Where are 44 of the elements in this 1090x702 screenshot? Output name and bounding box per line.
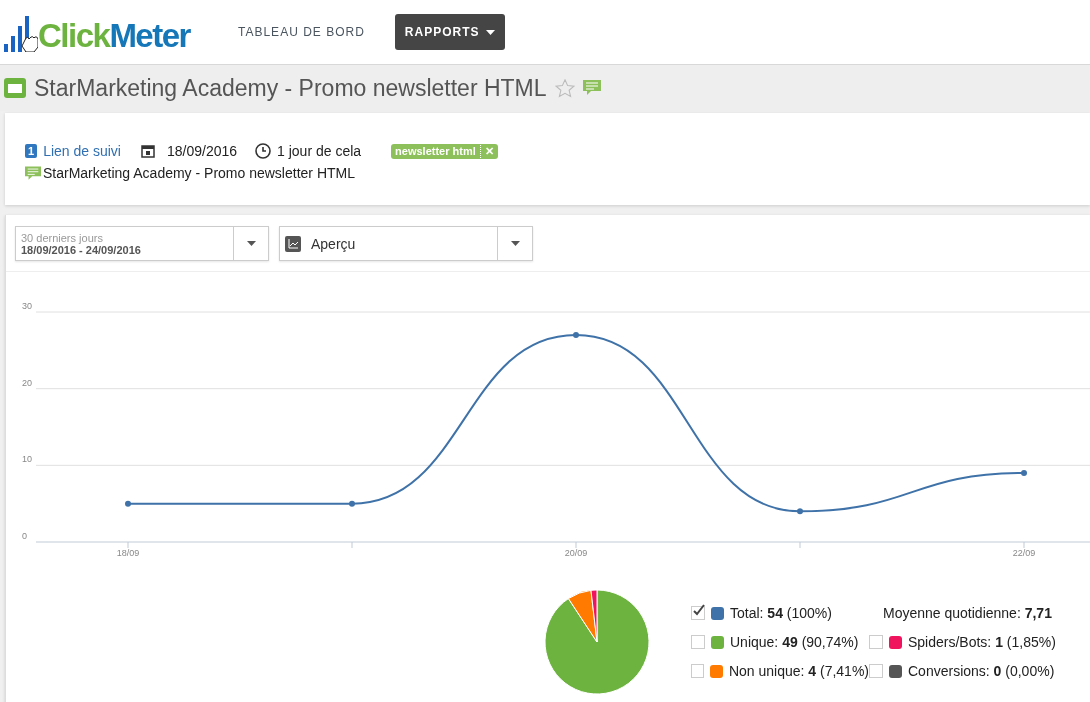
- date-range-select[interactable]: 30 derniers jours 18/09/2016 - 24/09/2016: [15, 226, 269, 261]
- nav-tab[interactable]: RAPPORTS: [394, 14, 505, 50]
- legend-label: Total: 54 (100%): [730, 605, 832, 621]
- series-checkbox[interactable]: [691, 635, 705, 649]
- legend-label: Conversions: 0 (0,00%): [908, 663, 1055, 679]
- legend-label: Spiders/Bots: 1 (1,85%): [908, 634, 1056, 650]
- folder-icon: [4, 78, 26, 98]
- x-axis-label: 18/09: [116, 548, 140, 558]
- clickmeter-logo[interactable]: ClickMeter: [4, 12, 228, 52]
- chart-icon: [285, 235, 301, 252]
- page-title: StarMarketing Academy - Promo newsletter HTML: [34, 74, 547, 102]
- calendar-icon: [140, 144, 155, 158]
- y-axis-label: 0: [22, 531, 27, 541]
- data-point: [1021, 470, 1027, 476]
- tracking-link[interactable]: Lien de suivi: [43, 143, 121, 159]
- y-axis-label: 10: [22, 454, 32, 465]
- x-axis-label: 22/09: [1012, 548, 1036, 558]
- comment-icon: [25, 165, 41, 181]
- view-select[interactable]: Aperçu: [279, 226, 533, 261]
- data-point: [125, 500, 131, 507]
- y-axis-label: 30: [22, 301, 32, 311]
- caret-icon: [246, 241, 256, 246]
- data-point: [797, 508, 803, 515]
- star-icon[interactable]: [554, 78, 575, 98]
- tag-chip: newsletter html ✕: [391, 143, 498, 159]
- age-text: 1 jour de cela: [277, 143, 362, 159]
- nav-tab[interactable]: TABLEAU DE BORD: [228, 14, 375, 50]
- series-checkbox[interactable]: [869, 635, 883, 649]
- x-axis-label: 20/09: [564, 548, 588, 558]
- note-text: StarMarketing Academy - Promo newsletter HTML: [43, 165, 355, 181]
- data-point: [573, 332, 579, 338]
- legend-label: Unique: 49 (90,74%): [730, 634, 859, 650]
- series-checkbox[interactable]: [691, 606, 705, 620]
- legend-label: Non unique: 4 (7,41%): [728, 663, 869, 679]
- clock-icon: [255, 143, 272, 159]
- series-checkbox[interactable]: [691, 664, 705, 678]
- data-point: [349, 500, 355, 507]
- y-axis-label: 20: [22, 377, 32, 388]
- series-checkbox[interactable]: [869, 664, 883, 678]
- date-text: 18/09/2016: [166, 143, 238, 159]
- comment-icon[interactable]: [582, 80, 601, 96]
- daily-average: Moyenne quotidienne: 7,71: [883, 605, 1052, 621]
- caret-icon: [510, 241, 520, 246]
- link-count-badge: 1: [25, 144, 38, 158]
